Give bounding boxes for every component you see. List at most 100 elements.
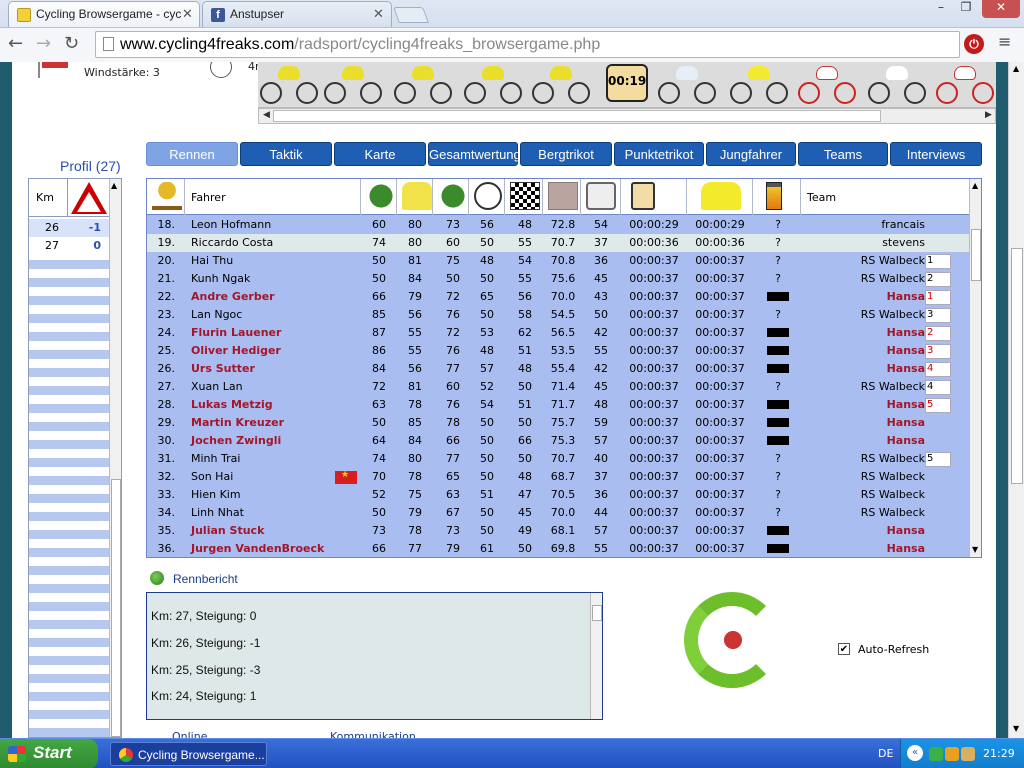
forward-arrow-icon[interactable]: → bbox=[36, 33, 51, 54]
table-scrollbar[interactable]: ▲ ▼ bbox=[969, 179, 981, 557]
rider-name[interactable]: Flurin Lauener bbox=[191, 326, 281, 339]
cobblestone-icon[interactable] bbox=[548, 182, 578, 210]
scroll-thumb[interactable] bbox=[111, 479, 121, 737]
browser-tab-anstupser[interactable]: f Anstupser ✕ bbox=[202, 1, 392, 27]
table-row[interactable]: 22. Andre Gerber 66 79 72 65 56 70.0 43 00:00:37 0… bbox=[147, 288, 969, 306]
table-row[interactable]: 26. Urs Sutter 84 56 77 57 48 55.4 42 00:00:37 00:… bbox=[147, 360, 969, 378]
tab-teams[interactable]: Teams bbox=[798, 142, 888, 166]
rider-name[interactable]: Lan Ngoc bbox=[191, 308, 242, 321]
browser-tab-cycling[interactable]: Cycling Browsergame - cycling ✕ bbox=[8, 1, 200, 27]
scroll-left-icon[interactable]: ◀ bbox=[263, 110, 270, 120]
table-row[interactable]: 29. Martin Kreuzer 50 85 78 50 50 75.7 59 00:00:3… bbox=[147, 414, 969, 432]
tab-jungfahrer[interactable]: Jungfahrer bbox=[706, 142, 796, 166]
close-tab-icon[interactable]: ✕ bbox=[182, 6, 193, 22]
online-link[interactable]: Online bbox=[172, 730, 207, 738]
communication-link[interactable]: Kommunikation bbox=[330, 730, 416, 738]
table-row[interactable]: 35. Julian Stuck 73 78 73 50 49 68.1 57 00:00:37 0… bbox=[147, 522, 969, 540]
table-row[interactable]: 30. Jochen Zwingli 64 84 66 50 66 75.3 57 00:00:3… bbox=[147, 432, 969, 450]
address-bar[interactable]: www.cycling4freaks.com/radsport/cycling4… bbox=[95, 31, 960, 58]
clipboard-icon[interactable] bbox=[631, 182, 655, 210]
rider-name[interactable]: Riccardo Costa bbox=[191, 236, 273, 249]
order-select[interactable]: 3 bbox=[925, 308, 951, 323]
rider-name[interactable]: Andre Gerber bbox=[191, 290, 275, 303]
rider-name[interactable]: Hai Thu bbox=[191, 254, 233, 267]
scroll-right-icon[interactable]: ▶ bbox=[985, 110, 992, 120]
order-select[interactable]: 5 bbox=[925, 398, 951, 413]
rider-name[interactable]: Urs Sutter bbox=[191, 362, 255, 375]
order-select[interactable]: 1 bbox=[925, 290, 951, 305]
scroll-up-icon[interactable]: ▲ bbox=[1013, 64, 1019, 73]
scroll-up-icon[interactable]: ▲ bbox=[972, 181, 978, 190]
refresh-cycle-icon[interactable] bbox=[684, 592, 780, 688]
rider-name[interactable]: Kunh Ngak bbox=[191, 272, 250, 285]
tab-bergtrikot[interactable]: Bergtrikot bbox=[520, 142, 612, 166]
taskbar-window-button[interactable]: Cycling Browsergame... bbox=[110, 742, 267, 766]
battery-icon[interactable] bbox=[766, 182, 782, 210]
close-window-icon[interactable]: ✕ bbox=[982, 0, 1020, 18]
rider-name[interactable]: Jochen Zwingli bbox=[191, 434, 281, 447]
table-row[interactable]: 24. Flurin Lauener 87 55 72 53 62 56.5 42 00:00:3… bbox=[147, 324, 969, 342]
rider-name[interactable]: Leon Hofmann bbox=[191, 218, 271, 231]
tray-app-icon[interactable] bbox=[961, 747, 975, 761]
tab-taktik[interactable]: Taktik bbox=[240, 142, 332, 166]
extension-icon[interactable]: ⏻ bbox=[964, 34, 984, 54]
tab-interviews[interactable]: Interviews bbox=[890, 142, 982, 166]
table-row[interactable]: 25. Oliver Hediger 86 55 76 48 51 53.5 55 00:00:3… bbox=[147, 342, 969, 360]
rider-name[interactable]: Martin Kreuzer bbox=[191, 416, 284, 429]
table-row[interactable]: 23. Lan Ngoc 85 56 76 50 58 54.5 50 00:00:37 00:00… bbox=[147, 306, 969, 324]
rider-name[interactable]: Linh Nhat bbox=[191, 506, 244, 519]
close-tab-icon[interactable]: ✕ bbox=[373, 6, 384, 22]
rider-name[interactable]: Jurgen VandenBroeck bbox=[191, 542, 324, 555]
peloton-scrollbar[interactable]: ◀ ▶ bbox=[258, 108, 996, 124]
table-row[interactable]: 27. Xuan Lan 72 81 60 52 50 71.4 45 00:00:37 00:00… bbox=[147, 378, 969, 396]
tab-rennen[interactable]: Rennen bbox=[146, 142, 238, 166]
checkered-flag-icon[interactable] bbox=[510, 182, 540, 210]
auto-refresh[interactable]: ✔ Auto-Refresh bbox=[838, 642, 948, 658]
rider-name[interactable]: Xuan Lan bbox=[191, 380, 243, 393]
scroll-down-icon[interactable]: ▼ bbox=[972, 545, 978, 554]
order-select[interactable]: 1 bbox=[925, 254, 951, 269]
minimize-icon[interactable]: – bbox=[928, 0, 954, 18]
rider-name[interactable]: Julian Stuck bbox=[191, 524, 264, 537]
reload-icon[interactable]: ↻ bbox=[64, 33, 79, 54]
scroll-down-icon[interactable]: ▼ bbox=[1013, 724, 1019, 733]
order-select[interactable]: 3 bbox=[925, 344, 951, 359]
tab-gesamtwertung[interactable]: Gesamtwertung bbox=[428, 142, 521, 166]
network-icon[interactable] bbox=[929, 747, 943, 761]
profile-scrollbar[interactable]: ▲ bbox=[109, 179, 121, 737]
order-select[interactable]: 5 bbox=[925, 452, 951, 467]
table-row[interactable]: 36. Jurgen VandenBroeck 66 77 79 61 50 69.8 55 00… bbox=[147, 540, 969, 557]
scroll-thumb[interactable] bbox=[971, 229, 981, 281]
tray-app-icon[interactable] bbox=[945, 747, 959, 761]
report-scrollbar[interactable] bbox=[590, 593, 602, 719]
table-row[interactable]: 33. Hien Kim 52 75 63 51 47 70.5 36 00:00:37 00:00… bbox=[147, 486, 969, 504]
table-row[interactable]: 20. Hai Thu 50 81 75 48 54 70.8 36 00:00:37 00:00:… bbox=[147, 252, 969, 270]
language-indicator[interactable]: DE bbox=[878, 747, 893, 760]
tab-punktetrikot[interactable]: Punktetrikot bbox=[614, 142, 704, 166]
table-row[interactable]: 21. Kunh Ngak 50 84 50 50 55 75.6 45 00:00:37 00:0… bbox=[147, 270, 969, 288]
order-select[interactable]: 4 bbox=[925, 362, 951, 377]
page-scrollbar[interactable]: ▲ ▼ bbox=[1008, 62, 1024, 738]
rider-name[interactable]: Son Hai bbox=[191, 470, 233, 483]
table-row[interactable]: 18. Leon Hofmann 60 80 73 56 48 72.8 54 00:00:29 0… bbox=[147, 216, 969, 234]
order-select[interactable]: 2 bbox=[925, 272, 951, 287]
scroll-thumb[interactable] bbox=[1011, 248, 1023, 484]
tab-karte[interactable]: Karte bbox=[334, 142, 426, 166]
order-select[interactable]: 4 bbox=[925, 380, 951, 395]
yellow-jersey-icon[interactable] bbox=[701, 182, 741, 210]
rider-name[interactable]: Oliver Hediger bbox=[191, 344, 281, 357]
rider-name[interactable]: Hien Kim bbox=[191, 488, 241, 501]
wrench-menu-icon[interactable]: ≡ bbox=[998, 32, 1011, 51]
order-select[interactable]: 2 bbox=[925, 326, 951, 341]
table-row[interactable]: 31. Minh Trai 74 80 77 50 50 70.7 40 00:00:37 00:0… bbox=[147, 450, 969, 468]
rider-name[interactable]: Lukas Metzig bbox=[191, 398, 273, 411]
table-row[interactable]: 28. Lukas Metzig 63 78 76 54 51 71.7 48 00:00:37 0… bbox=[147, 396, 969, 414]
climb-icon[interactable] bbox=[366, 182, 396, 210]
new-tab-button[interactable] bbox=[393, 7, 429, 23]
scroll-thumb[interactable] bbox=[273, 110, 881, 122]
stopwatch-icon[interactable] bbox=[474, 182, 502, 210]
start-button[interactable]: Start bbox=[0, 739, 98, 768]
maximize-icon[interactable]: ❐ bbox=[953, 0, 979, 18]
tray-expand-icon[interactable]: « bbox=[907, 745, 923, 761]
scroll-thumb[interactable] bbox=[592, 605, 602, 621]
